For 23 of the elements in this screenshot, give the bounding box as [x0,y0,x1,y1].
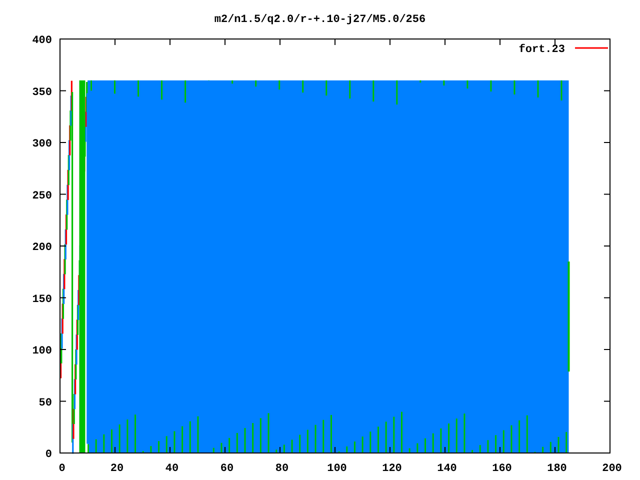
y-tick-label: 250 [32,190,52,202]
y-tick-label: 0 [45,449,52,461]
x-tick-label: 120 [382,463,402,475]
x-tick-label: 200 [602,463,622,475]
x-tick-label: 40 [165,463,179,475]
x-tick-label: 100 [327,463,347,475]
x-tick-label: 0 [58,463,66,475]
x-tick-label: 140 [437,463,457,475]
x-tick-label: 20 [110,463,124,475]
y-tick-label: 50 [38,397,52,410]
x-tick-label: 60 [220,463,234,475]
chart-title: m2/n1.5/q2.0/r-+.10-j27/M5.0/256 [214,14,426,26]
y-tick-label: 400 [32,35,52,47]
y-tick-label: 150 [32,294,52,306]
legend-line-icon [575,47,608,49]
y-tick-label: 350 [32,86,52,99]
x-tick-label: 80 [275,463,289,475]
x-tick-label: 160 [492,463,512,475]
y-tick-label: 300 [32,138,52,150]
legend-label: fort.23 [518,44,565,56]
y-tick-label: 200 [32,242,52,254]
y-tick-label: 100 [32,346,52,358]
x-tick-label: 180 [547,463,567,475]
